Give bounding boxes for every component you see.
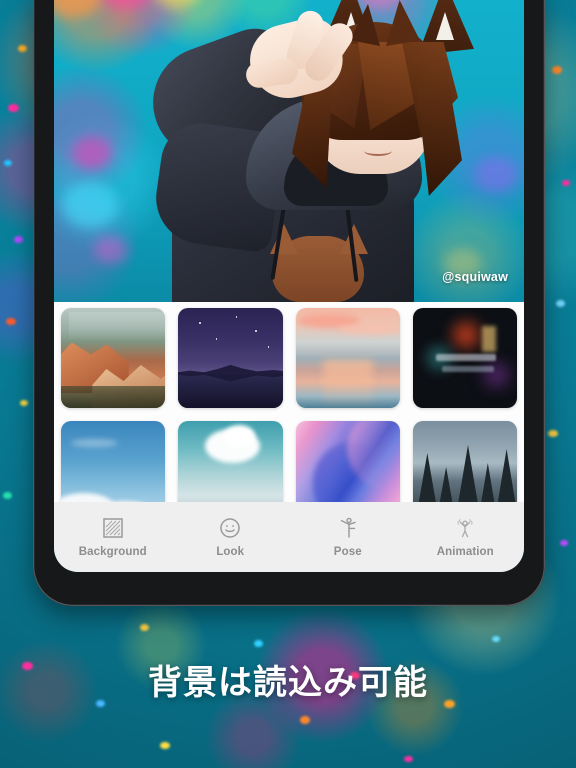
- tab-look[interactable]: Look: [172, 516, 290, 558]
- confetti-dot: [492, 636, 500, 642]
- confetti-dot: [6, 318, 16, 325]
- background-thumbnail-grid: [61, 308, 517, 521]
- background-thumbnail-canyon-landscape[interactable]: [61, 308, 166, 408]
- background-thumbnail-dark-neon-city[interactable]: [412, 308, 517, 408]
- checker-square-icon: [101, 516, 125, 540]
- confetti-dot: [8, 104, 19, 112]
- tab-background-label: Background: [78, 546, 147, 558]
- promo-caption: 背景は読込み可能: [148, 664, 428, 702]
- confetti-dot: [560, 540, 568, 546]
- avatar-hair-spike: [386, 0, 420, 46]
- confetti-dot: [3, 492, 12, 499]
- avatar-character[interactable]: [54, 0, 524, 302]
- background-picker-panel: [54, 302, 524, 521]
- confetti-dot: [300, 716, 310, 724]
- tab-animation[interactable]: Animation: [407, 516, 525, 558]
- tab-pose-label: Pose: [333, 546, 362, 558]
- confetti-dot: [160, 742, 170, 749]
- confetti-dot: [14, 236, 23, 243]
- bottom-tab-bar: Background Look Pose Animation: [54, 502, 524, 572]
- confetti-dot: [548, 430, 558, 437]
- confetti-dot: [20, 400, 28, 406]
- tab-background[interactable]: Background: [54, 516, 172, 558]
- avatar-stage[interactable]: @squiwaw: [54, 0, 524, 302]
- background-thumbnail-sunset-ocean[interactable]: [295, 308, 400, 408]
- phone-device-frame: @squiwaw Background Look Pose Animation: [33, 0, 545, 606]
- stick-figure-animation-icon: [453, 516, 477, 540]
- confetti-dot: [4, 160, 12, 166]
- stick-figure-pose-icon: [336, 516, 360, 540]
- confetti-dot: [552, 66, 562, 74]
- background-thumbnail-starry-night-lake[interactable]: [178, 308, 283, 408]
- confetti-dot: [140, 624, 149, 631]
- confetti-dot: [404, 756, 413, 762]
- phone-screen: @squiwaw Background Look Pose Animation: [54, 0, 524, 572]
- tab-animation-label: Animation: [436, 546, 494, 558]
- confetti-dot: [18, 45, 27, 52]
- tab-pose[interactable]: Pose: [289, 516, 407, 558]
- watermark-handle: @squiwaw: [442, 270, 508, 284]
- confetti-dot: [556, 300, 565, 307]
- confetti-dot: [254, 640, 263, 647]
- confetti-dot: [562, 180, 570, 186]
- avatar-mouth: [364, 146, 392, 156]
- smiley-face-icon: [218, 516, 242, 540]
- tab-look-label: Look: [216, 546, 245, 558]
